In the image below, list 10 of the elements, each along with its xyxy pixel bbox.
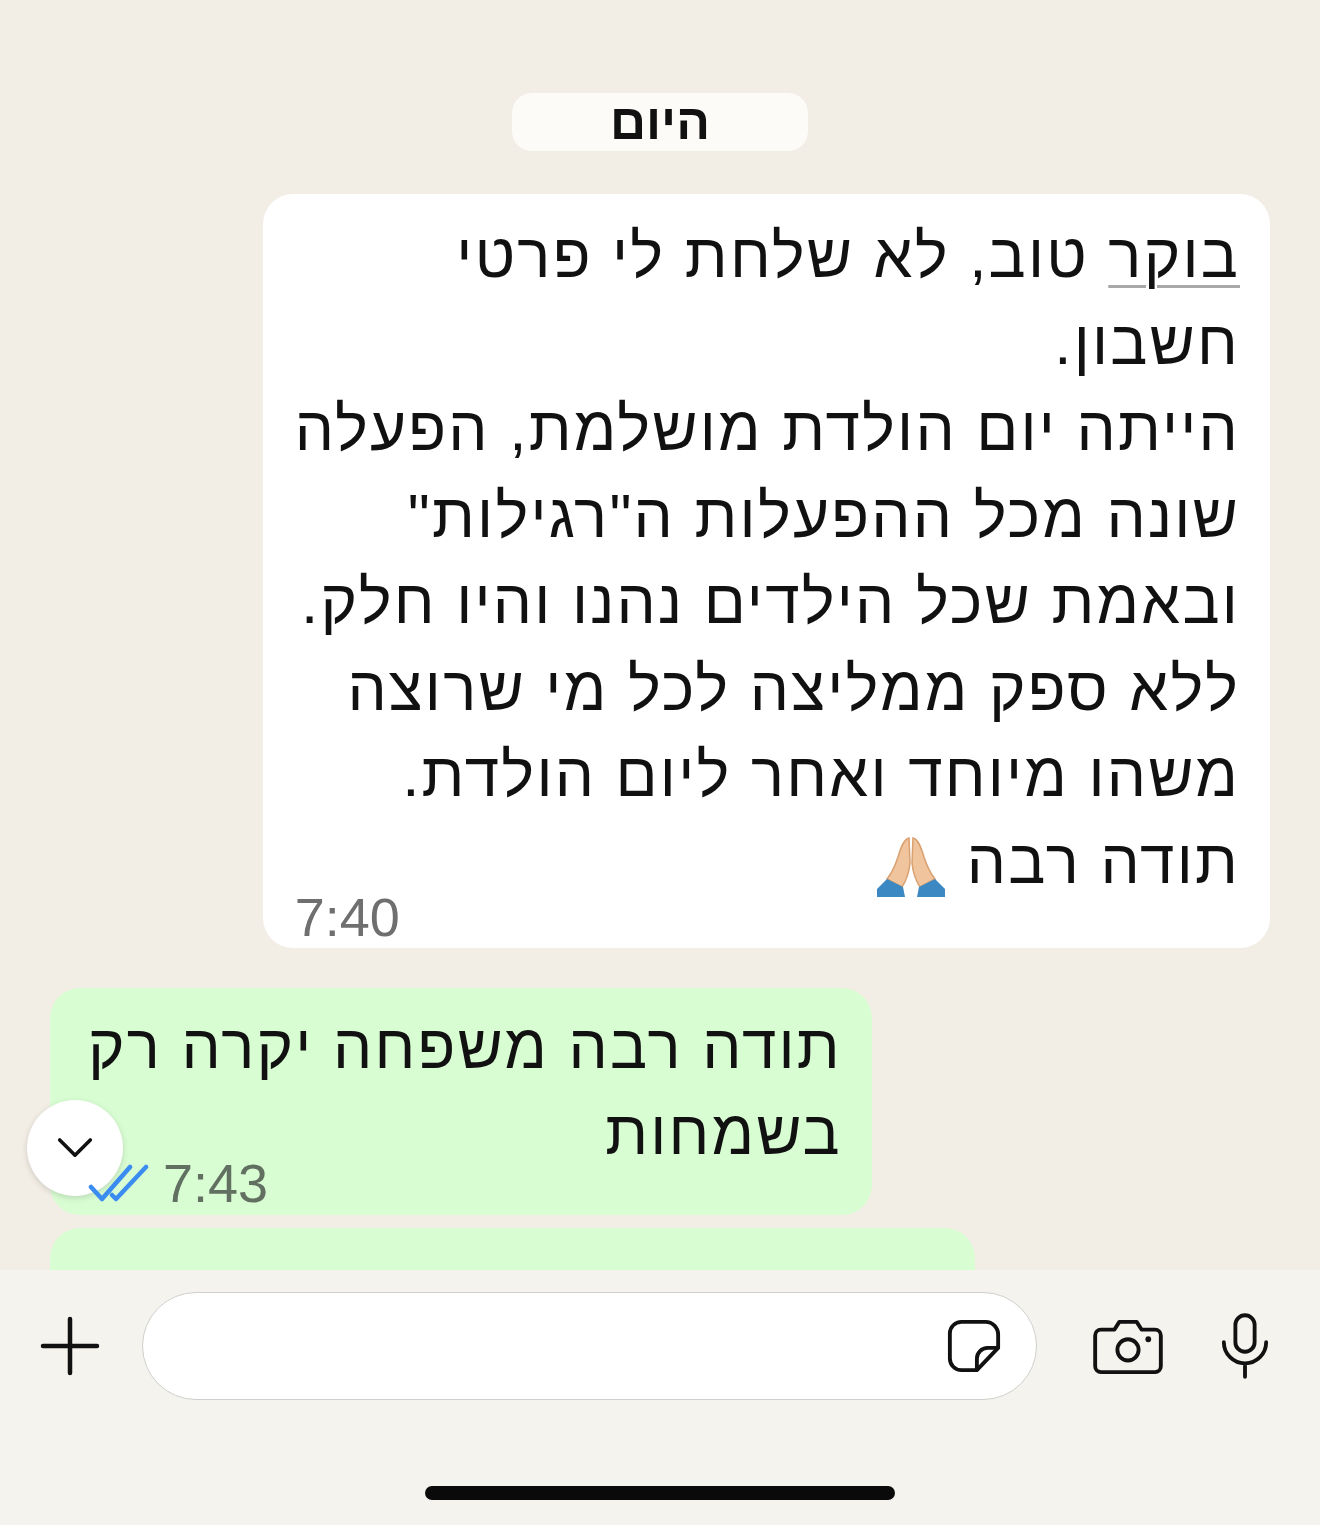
sticker-icon[interactable] — [946, 1318, 1002, 1374]
microphone-icon[interactable] — [1220, 1313, 1270, 1379]
message-text: תודה רבה משפחה יקרה רק בשמחות — [88, 1016, 842, 1164]
message-time: 7:40 — [294, 896, 400, 937]
message-time: 7:43 — [163, 1163, 269, 1204]
chevron-down-icon — [57, 1137, 93, 1159]
plus-icon[interactable] — [40, 1316, 100, 1376]
camera-icon[interactable] — [1093, 1318, 1163, 1374]
praying-hands-icon — [874, 835, 947, 898]
date-label: היום — [512, 93, 808, 151]
